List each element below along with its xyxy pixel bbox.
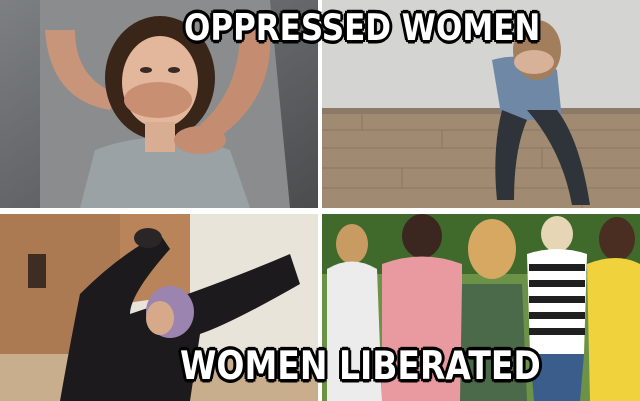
meme-image: OPPRESSED WOMEN WOMEN LIBERATED [0, 0, 640, 401]
bottom-caption: WOMEN LIBERATED [180, 342, 541, 389]
top-caption: OPPRESSED WOMEN [184, 6, 541, 50]
